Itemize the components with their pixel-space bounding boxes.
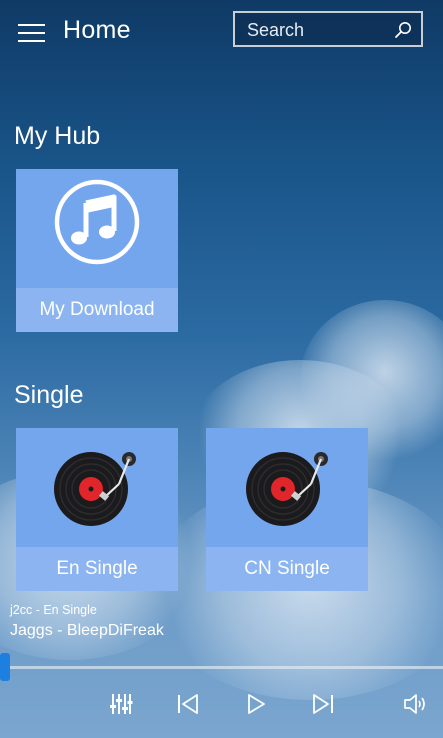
section-title-my-hub: My Hub (14, 122, 101, 150)
search-input[interactable] (247, 19, 387, 41)
now-playing-source: j2cc - En Single (10, 603, 97, 617)
tile-cn-single[interactable]: CN Single (206, 428, 368, 591)
play-icon[interactable] (244, 692, 268, 716)
volume-icon[interactable] (403, 692, 429, 716)
tile-label: My Download (16, 288, 178, 332)
tile-label: CN Single (206, 547, 368, 591)
progress-bar[interactable] (0, 653, 443, 681)
next-icon[interactable] (311, 692, 335, 716)
section-title-single: Single (14, 381, 84, 409)
app-header: Home (0, 0, 443, 64)
vinyl-record-icon (54, 452, 136, 526)
tile-en-single[interactable]: En Single (16, 428, 178, 591)
vinyl-record-icon (246, 452, 328, 526)
tile-label: En Single (16, 547, 178, 591)
search-icon[interactable] (394, 21, 412, 39)
player-bar: j2cc - En Single Jaggs - BleepDiFreak (0, 596, 443, 738)
tile-my-download[interactable]: My Download (16, 169, 178, 332)
progress-handle[interactable] (0, 653, 10, 681)
app-window: Home My Hub My Download Single (0, 0, 443, 738)
equalizer-icon[interactable] (109, 692, 133, 716)
music-note-icon (54, 179, 140, 265)
search-box[interactable] (233, 11, 423, 47)
now-playing-track: Jaggs - BleepDiFreak (10, 622, 164, 639)
page-title: Home (63, 16, 131, 44)
menu-icon[interactable] (18, 24, 45, 42)
previous-icon[interactable] (176, 692, 200, 716)
